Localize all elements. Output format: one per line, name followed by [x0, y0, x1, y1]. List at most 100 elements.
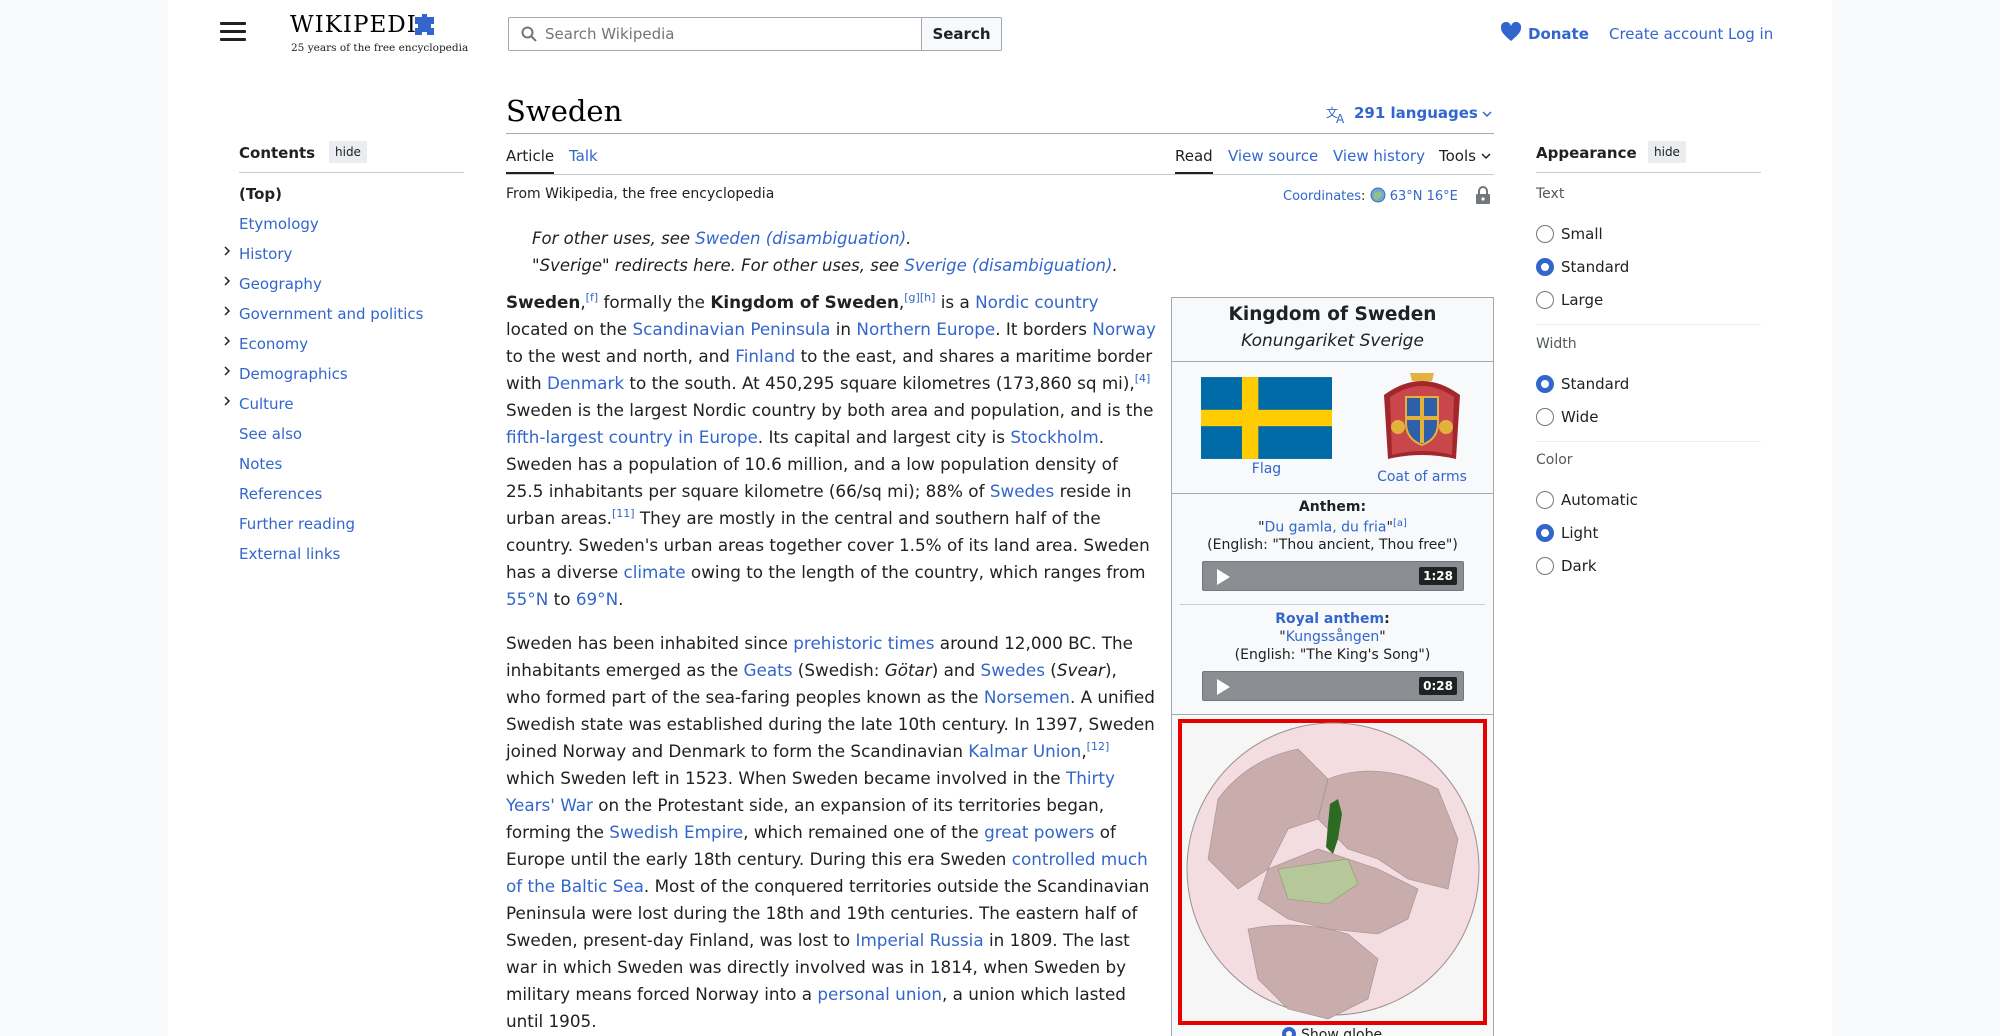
- link-great-powers[interactable]: great powers: [984, 822, 1094, 842]
- toc-item-further-reading[interactable]: Further reading: [239, 515, 355, 533]
- link-stockholm[interactable]: Stockholm: [1010, 427, 1098, 447]
- link-kalmar-union[interactable]: Kalmar Union: [968, 741, 1081, 761]
- flag-caption-link[interactable]: Flag: [1201, 461, 1332, 477]
- link-denmark[interactable]: Denmark: [547, 373, 624, 393]
- color-automatic-label[interactable]: Automatic: [1561, 491, 1638, 509]
- search-input[interactable]: [508, 17, 922, 51]
- hatnote2-link[interactable]: Sverige (disambiguation): [904, 256, 1112, 275]
- search-text-field[interactable]: [545, 18, 915, 50]
- text-size-standard-radio[interactable]: [1536, 258, 1554, 276]
- link-climate[interactable]: climate: [624, 562, 686, 582]
- text-size-standard-label[interactable]: Standard: [1561, 258, 1629, 276]
- wikipedia-puzzle-logo-icon[interactable]: [412, 12, 438, 38]
- language-icon[interactable]: 文A: [1326, 104, 1348, 124]
- globe-icon[interactable]: [1370, 187, 1386, 203]
- toc-item-history[interactable]: History: [239, 245, 292, 263]
- flag-of-sweden[interactable]: [1201, 377, 1332, 459]
- tab-view-source[interactable]: View source: [1228, 147, 1318, 165]
- royal-anthem-link[interactable]: Royal anthem: [1275, 611, 1384, 627]
- log-in-link[interactable]: Log in: [1728, 25, 1773, 43]
- toc-item-demographics[interactable]: Demographics: [239, 365, 348, 383]
- text-size-large-radio[interactable]: [1536, 291, 1554, 309]
- ref-4[interactable]: [4]: [1135, 372, 1151, 385]
- tab-view-history[interactable]: View history: [1333, 147, 1425, 165]
- tools-menu[interactable]: Tools: [1439, 147, 1476, 165]
- link-geats[interactable]: Geats: [744, 660, 793, 680]
- tab-article[interactable]: Article: [506, 147, 554, 165]
- toc-item-notes[interactable]: Notes: [239, 455, 282, 473]
- tab-read[interactable]: Read: [1175, 147, 1213, 165]
- toc-item-economy[interactable]: Economy: [239, 335, 308, 353]
- play-icon[interactable]: [1215, 678, 1231, 696]
- tab-talk[interactable]: Talk: [569, 147, 598, 165]
- color-automatic-radio[interactable]: [1536, 491, 1554, 509]
- toc-expand-government-icon[interactable]: [222, 306, 232, 316]
- toc-expand-economy-icon[interactable]: [222, 336, 232, 346]
- link-swedes[interactable]: Swedes: [990, 481, 1054, 501]
- link-nordic-country[interactable]: Nordic country: [975, 292, 1098, 312]
- show-globe-radio[interactable]: [1282, 1027, 1296, 1036]
- languages-button[interactable]: 291 languages: [1354, 104, 1478, 122]
- appearance-hide-button[interactable]: hide: [1648, 141, 1686, 163]
- anthem-link[interactable]: Du gamla, du fria: [1265, 520, 1387, 536]
- show-globe-option[interactable]: Show globe: [1282, 1027, 1382, 1036]
- donate-link[interactable]: Donate: [1500, 21, 1589, 43]
- color-light-label[interactable]: Light: [1561, 524, 1598, 542]
- kungssangen-link[interactable]: Kungssången: [1286, 629, 1380, 645]
- color-light-radio[interactable]: [1536, 524, 1554, 542]
- toc-item-etymology[interactable]: Etymology: [239, 215, 319, 233]
- royal-anthem-audio-player[interactable]: 0:28: [1202, 671, 1464, 701]
- link-scandinavian-peninsula[interactable]: Scandinavian Peninsula: [632, 319, 830, 339]
- link-69n[interactable]: 69°N: [576, 589, 618, 609]
- orthographic-map-of-sweden[interactable]: [1178, 719, 1487, 1025]
- toc-item-external-links[interactable]: External links: [239, 545, 340, 563]
- coordinates-label-link[interactable]: Coordinates: [1283, 189, 1361, 204]
- width-standard-radio[interactable]: [1536, 375, 1554, 393]
- link-norway[interactable]: Norway: [1092, 319, 1156, 339]
- width-standard-label[interactable]: Standard: [1561, 375, 1629, 393]
- link-personal-union[interactable]: personal union: [817, 984, 942, 1004]
- link-imperial-russia[interactable]: Imperial Russia: [856, 930, 984, 950]
- toc-item-top[interactable]: (Top): [239, 185, 282, 203]
- ref-12[interactable]: [12]: [1087, 740, 1110, 753]
- coordinates-value-link[interactable]: 63°N 16°E: [1390, 189, 1458, 204]
- toc-item-geography[interactable]: Geography: [239, 275, 322, 293]
- link-norsemen[interactable]: Norsemen: [984, 687, 1070, 707]
- link-prehistoric-times[interactable]: prehistoric times: [793, 633, 934, 653]
- lock-icon[interactable]: [1474, 185, 1492, 205]
- width-wide-label[interactable]: Wide: [1561, 408, 1598, 426]
- play-icon[interactable]: [1215, 568, 1231, 586]
- search-button[interactable]: Search: [921, 17, 1002, 51]
- toc-hide-button[interactable]: hide: [329, 141, 367, 163]
- toc-item-see-also[interactable]: See also: [239, 425, 302, 443]
- toc-expand-geography-icon[interactable]: [222, 276, 232, 286]
- ref-11[interactable]: [11]: [612, 507, 635, 520]
- ref-f[interactable]: [f]: [586, 291, 598, 304]
- toc-item-culture[interactable]: Culture: [239, 395, 294, 413]
- text-size-small-radio[interactable]: [1536, 225, 1554, 243]
- toc-item-references[interactable]: References: [239, 485, 322, 503]
- anthem-audio-player[interactable]: 1:28: [1202, 561, 1464, 591]
- link-finland[interactable]: Finland: [735, 346, 795, 366]
- text-size-small-label[interactable]: Small: [1561, 225, 1603, 243]
- ref-g-h[interactable]: [g][h]: [904, 291, 935, 304]
- toc-item-government[interactable]: Government and politics: [239, 305, 423, 323]
- link-northern-europe[interactable]: Northern Europe: [856, 319, 995, 339]
- anthem-ref[interactable]: [a]: [1393, 518, 1407, 529]
- coat-of-arms[interactable]: [1376, 367, 1468, 463]
- link-55n[interactable]: 55°N: [506, 589, 548, 609]
- width-wide-radio[interactable]: [1536, 408, 1554, 426]
- link-fifth-largest[interactable]: fifth-largest country in Europe: [506, 427, 758, 447]
- toc-expand-culture-icon[interactable]: [222, 396, 232, 406]
- main-menu-icon[interactable]: [220, 22, 246, 44]
- coat-of-arms-caption-link[interactable]: Coat of arms: [1362, 469, 1482, 485]
- color-dark-radio[interactable]: [1536, 557, 1554, 575]
- toc-expand-demographics-icon[interactable]: [222, 366, 232, 376]
- link-swedes-2[interactable]: Swedes: [981, 660, 1045, 680]
- hatnote1-link[interactable]: Sweden (disambiguation): [695, 229, 906, 248]
- link-swedish-empire[interactable]: Swedish Empire: [609, 822, 743, 842]
- toc-expand-history-icon[interactable]: [222, 246, 232, 256]
- create-account-link[interactable]: Create account: [1609, 25, 1723, 43]
- color-dark-label[interactable]: Dark: [1561, 557, 1597, 575]
- text-size-large-label[interactable]: Large: [1561, 291, 1603, 309]
